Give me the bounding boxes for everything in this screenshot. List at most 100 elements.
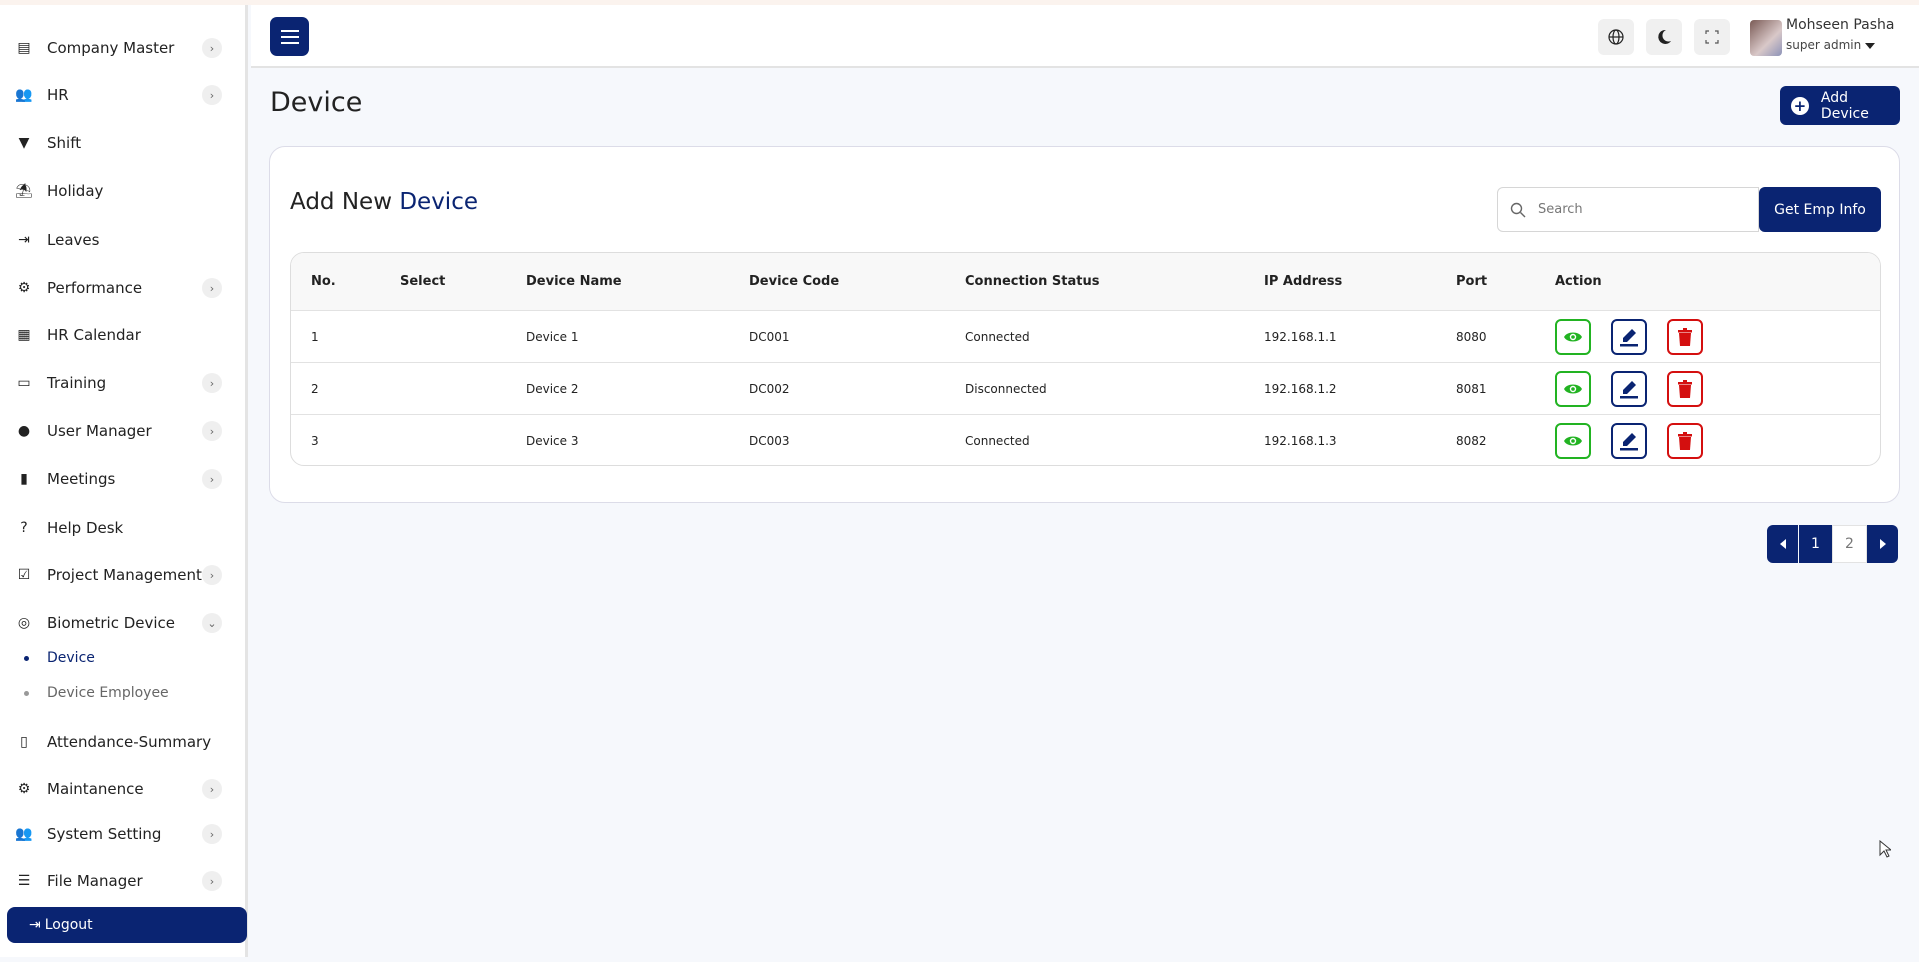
caret-down-icon[interactable] (1865, 43, 1875, 49)
chevron-right-icon[interactable]: › (202, 373, 222, 393)
sidebar-item-label: Attendance-Summary (47, 733, 212, 751)
sidebar-item-meetings[interactable]: ▮ Meetings › (14, 462, 228, 496)
sidebar-item-company-master[interactable]: ▤ Company Master › (14, 31, 228, 65)
add-device-button[interactable]: + Add Device (1780, 86, 1900, 125)
sidebar-subitem-device-employee[interactable]: Device Employee (24, 681, 169, 705)
pagination-page-1[interactable]: 1 (1799, 525, 1832, 563)
check-square-icon: ☑ (17, 567, 31, 583)
sidebar-item-label: Company Master (47, 39, 175, 57)
delete-button[interactable] (1667, 319, 1703, 355)
sidebar-item-help-desk[interactable]: ? Help Desk (14, 511, 228, 545)
chevron-right-icon[interactable]: › (202, 421, 222, 441)
cell-port: 8082 (1456, 433, 1487, 448)
sidebar-item-training[interactable]: ▭ Training › (14, 366, 228, 400)
sidebar-item-user-manager[interactable]: ● User Manager › (14, 414, 228, 448)
card-title-prefix: Add New (290, 189, 393, 215)
view-button[interactable] (1555, 371, 1591, 407)
hamburger-icon (280, 29, 299, 44)
sidebar-item-attendance-summary[interactable]: ▯ Attendance-Summary (14, 725, 228, 759)
eye-icon (1564, 436, 1582, 446)
sidebar-item-label: Biometric Device (47, 614, 176, 632)
cell-status: Connected (965, 329, 1030, 344)
edit-button[interactable] (1611, 423, 1647, 459)
plus-circle-icon: + (1791, 96, 1809, 115)
view-button[interactable] (1555, 319, 1591, 355)
view-button[interactable] (1555, 423, 1591, 459)
sidebar-item-label: Training (47, 374, 107, 392)
chevron-right-icon[interactable]: › (202, 469, 222, 489)
search-placeholder: Search (1538, 202, 1583, 217)
chevron-right-icon[interactable]: › (202, 779, 222, 799)
cell-port: 8080 (1456, 329, 1487, 344)
delete-button[interactable] (1667, 423, 1703, 459)
pagination-prev-button[interactable] (1767, 525, 1798, 563)
bullet-icon (24, 655, 29, 661)
search-icon (1510, 202, 1526, 217)
chevron-right-icon[interactable]: › (202, 565, 222, 585)
cell-no: 2 (311, 381, 319, 396)
sidebar-item-maintanence[interactable]: ⚙ Maintanence › (14, 772, 228, 806)
sidebar-item-label: HR (47, 86, 69, 104)
device-table: No. Select Device Name Device Code Connectio… (290, 252, 1881, 466)
menu-toggle-button[interactable] (270, 17, 309, 56)
sidebar-item-shift[interactable]: ▼ Shift (14, 126, 228, 160)
sidebar-item-project-management[interactable]: ☑ Project Management › (14, 558, 228, 592)
column-header: Connection Status (965, 274, 1100, 289)
edit-button[interactable] (1611, 371, 1647, 407)
sidebar-item-label: Holiday (47, 182, 104, 200)
cell-name: Device 1 (526, 329, 579, 344)
sign-out-icon: ⇥ (18, 232, 30, 248)
sidebar-item-biometric-device[interactable]: ◎ Biometric Device ⌄ (14, 606, 228, 640)
chevron-right-icon[interactable]: › (202, 85, 222, 105)
server-icon: ▤ (17, 40, 31, 56)
avatar[interactable] (1750, 20, 1782, 56)
sidebar-item-leaves[interactable]: ⇥ Leaves (14, 223, 228, 257)
sidebar-item-performance[interactable]: ⚙ Performance › (14, 271, 228, 305)
delete-button[interactable] (1667, 371, 1703, 407)
sidebar-item-system-setting[interactable]: 👥 System Setting › (14, 817, 228, 851)
moon-icon (1658, 29, 1671, 44)
chevron-right-icon[interactable]: › (202, 871, 222, 891)
pagination-next-button[interactable] (1867, 525, 1898, 563)
sidebar-subitem-device[interactable]: Device (24, 646, 95, 670)
cell-code: DC001 (749, 329, 790, 344)
gears-icon: ⚙ (17, 280, 31, 296)
caret-right-icon (1879, 539, 1886, 549)
cell-name: Device 3 (526, 433, 579, 448)
sidebar-item-holiday[interactable]: ⛱ Holiday (14, 174, 228, 208)
door-icon: ▮ (20, 471, 28, 487)
chalkboard-teacher-icon: ▭ (17, 375, 31, 391)
chevron-right-icon[interactable]: › (202, 824, 222, 844)
dark-mode-button[interactable] (1646, 19, 1682, 55)
calendar-icon: ▦ (17, 327, 31, 343)
user-name[interactable]: Mohseen Pasha (1786, 17, 1895, 33)
top-header: Mohseen Pasha super admin (251, 5, 1919, 68)
get-emp-info-button[interactable]: Get Emp Info (1759, 187, 1881, 232)
sidebar-item-hr[interactable]: 👥 HR › (14, 78, 228, 112)
bullet-icon (24, 690, 29, 696)
search-input[interactable]: Search (1497, 187, 1759, 232)
cell-status: Disconnected (965, 381, 1047, 396)
fullscreen-button[interactable] (1694, 19, 1730, 55)
question-circle-icon: ? (20, 520, 28, 536)
sidebar-item-file-manager[interactable]: ☰ File Manager › (14, 864, 228, 898)
sidebar-item-label: Maintanence (47, 780, 144, 798)
filter-icon: ▼ (18, 135, 30, 151)
sidebar-item-hr-calendar[interactable]: ▦ HR Calendar (14, 318, 228, 352)
sidebar-subitem-label: Device (47, 650, 95, 666)
language-button[interactable] (1598, 19, 1634, 55)
eye-icon (1564, 384, 1582, 394)
id-badge-icon: ▯ (20, 734, 28, 750)
chevron-right-icon[interactable]: › (202, 278, 222, 298)
chevron-down-icon[interactable]: ⌄ (202, 613, 222, 633)
chevron-right-icon[interactable]: › (202, 38, 222, 58)
logout-button[interactable]: ⇥ Logout (7, 907, 247, 943)
device-card: Add New Device Search Get Emp Info No. Se… (269, 146, 1900, 503)
cell-no: 3 (311, 433, 319, 448)
sidebar-item-label: Project Management (47, 566, 202, 584)
user-role: super admin (1786, 38, 1862, 52)
edit-button[interactable] (1611, 319, 1647, 355)
card-title: Add New Device (290, 189, 478, 215)
sidebar-item-label: System Setting (47, 825, 162, 843)
pagination-page-2[interactable]: 2 (1832, 525, 1867, 563)
